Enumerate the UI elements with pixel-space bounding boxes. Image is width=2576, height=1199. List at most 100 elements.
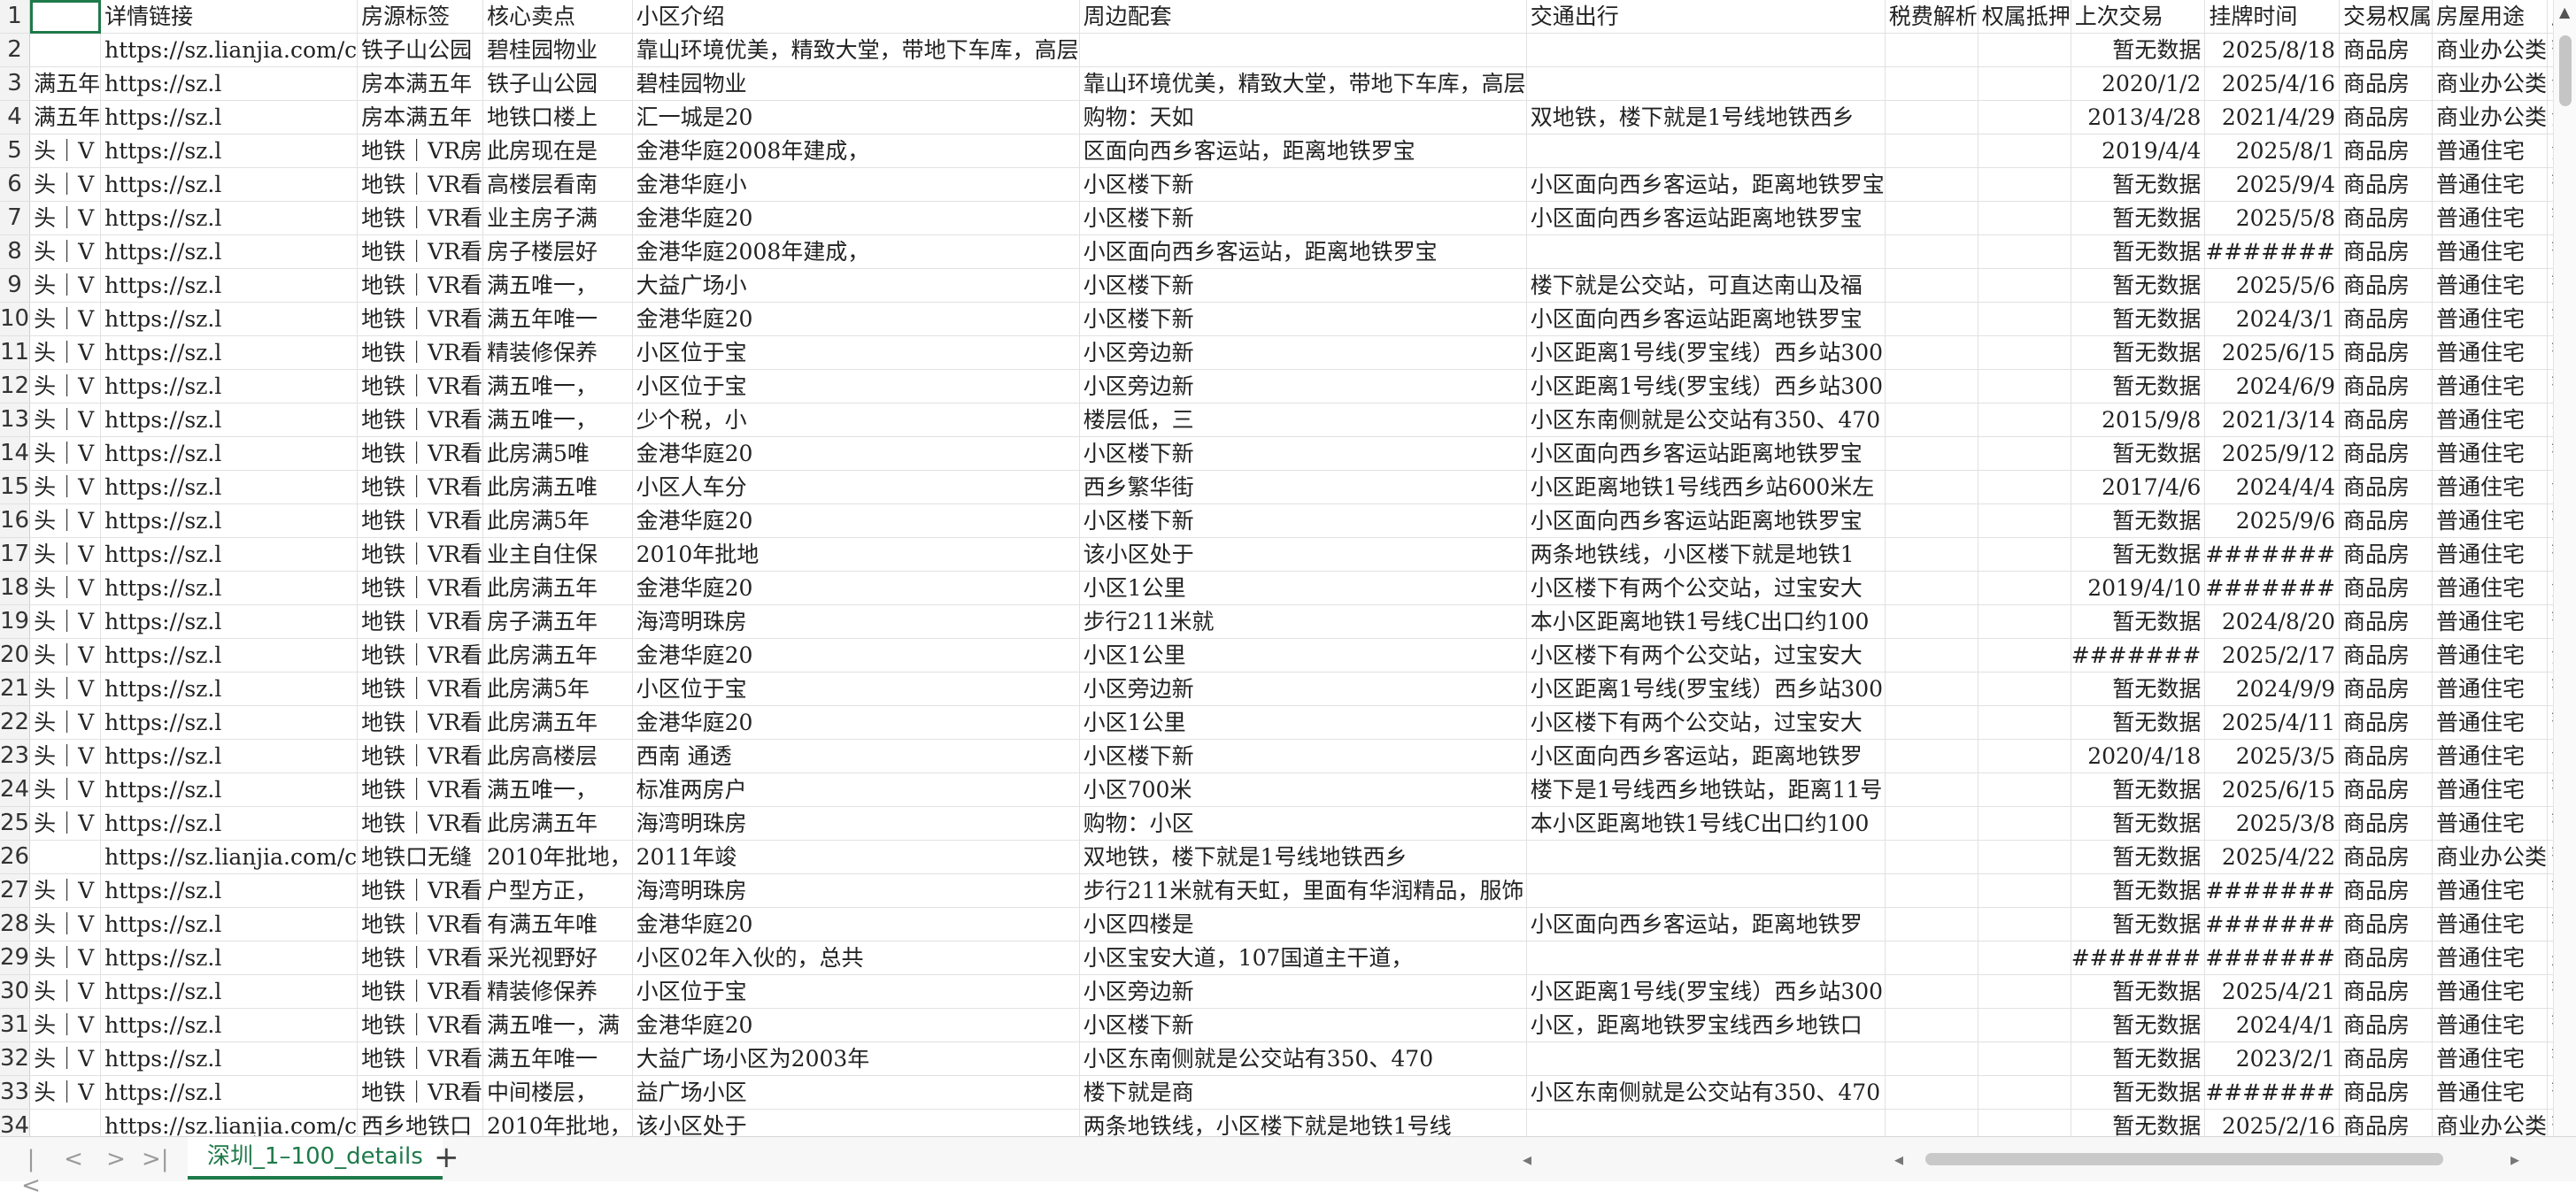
table-cell[interactable]: #######: [2204, 1075, 2341, 1110]
table-cell[interactable]: 小区距离1号线(罗宝线）西乡站300: [1526, 335, 1886, 370]
table-cell[interactable]: 普通住宅: [2432, 537, 2549, 572]
table-cell[interactable]: 房子楼层好: [482, 234, 633, 269]
table-cell[interactable]: 地铁｜VR看: [357, 604, 484, 639]
table-cell[interactable]: 商品房: [2339, 907, 2433, 942]
table-cell[interactable]: 小区02年入伙的，总共: [632, 941, 1080, 975]
table-cell[interactable]: 此房满5年: [482, 503, 633, 538]
table-cell[interactable]: [1978, 907, 2071, 942]
table-cell[interactable]: 地铁｜VR看: [357, 1041, 484, 1076]
spreadsheet-grid[interactable]: 1 详情链接 房源标签 核心卖点 小区介绍 周边配套 交通出行 税费解析 权属抵押 上次交易 挂牌时…: [0, 0, 2576, 1136]
table-cell[interactable]: 金港华庭20: [632, 302, 1080, 336]
table-cell[interactable]: 普通住宅: [2432, 201, 2549, 235]
table-cell[interactable]: [1885, 403, 1978, 437]
table-cell[interactable]: [1978, 873, 2071, 908]
table-cell[interactable]: 小区楼下有两个公交站，过宝安大: [1526, 571, 1886, 605]
table-cell[interactable]: 地铁｜VR看: [357, 369, 484, 404]
table-cell[interactable]: 暂无数据: [2071, 1075, 2206, 1110]
table-cell[interactable]: 暂无数据: [2071, 537, 2206, 572]
table-cell[interactable]: 头｜V: [29, 672, 102, 706]
table-cell[interactable]: 地铁｜VR看: [357, 234, 484, 269]
table-cell[interactable]: 满五唯一，: [482, 369, 633, 404]
table-cell[interactable]: 暂无数据: [2071, 335, 2206, 370]
column-header[interactable]: 房屋用途: [2432, 0, 2549, 34]
table-cell[interactable]: [1885, 941, 1978, 975]
table-cell[interactable]: 商品房: [2339, 974, 2433, 1009]
table-cell[interactable]: 普通住宅: [2432, 873, 2549, 908]
table-cell[interactable]: 此房满五年: [482, 705, 633, 740]
table-cell[interactable]: https://sz.l: [100, 1075, 359, 1110]
table-cell[interactable]: 头｜V: [29, 772, 102, 807]
table-cell[interactable]: 金港华庭20: [632, 436, 1080, 471]
table-cell[interactable]: [1978, 1008, 2071, 1042]
table-cell[interactable]: 2025/4/16: [2204, 66, 2341, 101]
table-cell[interactable]: 暂无数据: [2071, 1041, 2206, 1076]
table-cell[interactable]: 满五年唯一: [482, 302, 633, 336]
table-cell[interactable]: 地铁｜VR看: [357, 907, 484, 942]
table-cell[interactable]: 小区楼下新: [1079, 503, 1527, 538]
table-cell[interactable]: 商品房: [2339, 335, 2433, 370]
table-cell[interactable]: 小区1公里: [1079, 571, 1527, 605]
table-cell[interactable]: [1978, 503, 2071, 538]
table-cell[interactable]: 商业办公类: [2432, 1109, 2549, 1136]
table-cell[interactable]: 普通住宅: [2432, 1041, 2549, 1076]
table-cell[interactable]: 靠山环境优美，精致大堂，带地下车库，高层: [1079, 66, 1527, 101]
table-cell[interactable]: 满五唯一，: [482, 268, 633, 303]
table-cell[interactable]: 地铁｜VR看: [357, 672, 484, 706]
table-cell[interactable]: [1885, 1075, 1978, 1110]
table-cell[interactable]: 普通住宅: [2432, 302, 2549, 336]
table-cell[interactable]: https://sz.l: [100, 638, 359, 673]
table-cell[interactable]: [29, 840, 102, 874]
table-cell[interactable]: 商品房: [2339, 873, 2433, 908]
table-cell[interactable]: [1978, 335, 2071, 370]
table-cell[interactable]: 2021/4/29: [2204, 100, 2341, 135]
scroll-up-icon[interactable]: ▲: [2559, 4, 2570, 20]
table-cell[interactable]: [1885, 739, 1978, 773]
table-cell[interactable]: 小区楼下新: [1079, 201, 1527, 235]
table-cell[interactable]: 头｜V: [29, 503, 102, 538]
table-cell[interactable]: 商品房: [2339, 503, 2433, 538]
table-cell[interactable]: 商品房: [2339, 369, 2433, 404]
table-cell[interactable]: 此房满五唯: [482, 470, 633, 504]
table-cell[interactable]: #######: [2071, 638, 2206, 673]
row-number[interactable]: 18: [0, 571, 31, 605]
table-cell[interactable]: 2010年批地，: [482, 840, 633, 874]
table-cell[interactable]: #######: [2204, 907, 2341, 942]
table-cell[interactable]: 金港华庭2008年建成，: [632, 134, 1080, 168]
table-cell[interactable]: [1978, 1075, 2071, 1110]
table-cell[interactable]: 小区楼下有两个公交站，过宝安大: [1526, 705, 1886, 740]
table-cell[interactable]: 满五年唯一: [482, 1041, 633, 1076]
row-number[interactable]: 2: [0, 33, 31, 67]
row-number[interactable]: 12: [0, 369, 31, 404]
table-cell[interactable]: 暂无数据: [2071, 369, 2206, 404]
table-cell[interactable]: [1885, 369, 1978, 404]
table-cell[interactable]: 2024/9/9: [2204, 672, 2341, 706]
table-cell[interactable]: https://sz.l: [100, 772, 359, 807]
table-cell[interactable]: 此房满五年: [482, 806, 633, 841]
table-cell[interactable]: 普通住宅: [2432, 335, 2549, 370]
table-cell[interactable]: 地铁｜VR看: [357, 503, 484, 538]
table-cell[interactable]: 地铁口楼上: [482, 100, 633, 135]
row-number[interactable]: 13: [0, 403, 31, 437]
table-cell[interactable]: 商业办公类: [2432, 100, 2549, 135]
table-cell[interactable]: 普通住宅: [2432, 268, 2549, 303]
table-cell[interactable]: 房本满五年: [357, 66, 484, 101]
table-cell[interactable]: [1885, 705, 1978, 740]
table-cell[interactable]: [1978, 470, 2071, 504]
table-cell[interactable]: 地铁｜VR看: [357, 436, 484, 471]
table-cell[interactable]: [1885, 100, 1978, 135]
table-cell[interactable]: 金港华庭20: [632, 638, 1080, 673]
table-cell[interactable]: 楼下就是商: [1079, 1075, 1527, 1110]
table-cell[interactable]: 普通住宅: [2432, 369, 2549, 404]
table-cell[interactable]: 商品房: [2339, 268, 2433, 303]
table-cell[interactable]: 暂无数据: [2071, 302, 2206, 336]
table-cell[interactable]: [1978, 705, 2071, 740]
table-cell[interactable]: 2024/3/1: [2204, 302, 2341, 336]
first-sheet-icon[interactable]: |<: [18, 1146, 44, 1199]
row-number[interactable]: 17: [0, 537, 31, 572]
table-cell[interactable]: 普通住宅: [2432, 234, 2549, 269]
table-cell[interactable]: [1978, 806, 2071, 841]
table-cell[interactable]: 小区1公里: [1079, 638, 1527, 673]
table-cell[interactable]: 小区面向西乡客运站，距离地铁罗宝: [1526, 167, 1886, 202]
table-cell[interactable]: 大益广场小区为2003年: [632, 1041, 1080, 1076]
table-cell[interactable]: 商品房: [2339, 537, 2433, 572]
